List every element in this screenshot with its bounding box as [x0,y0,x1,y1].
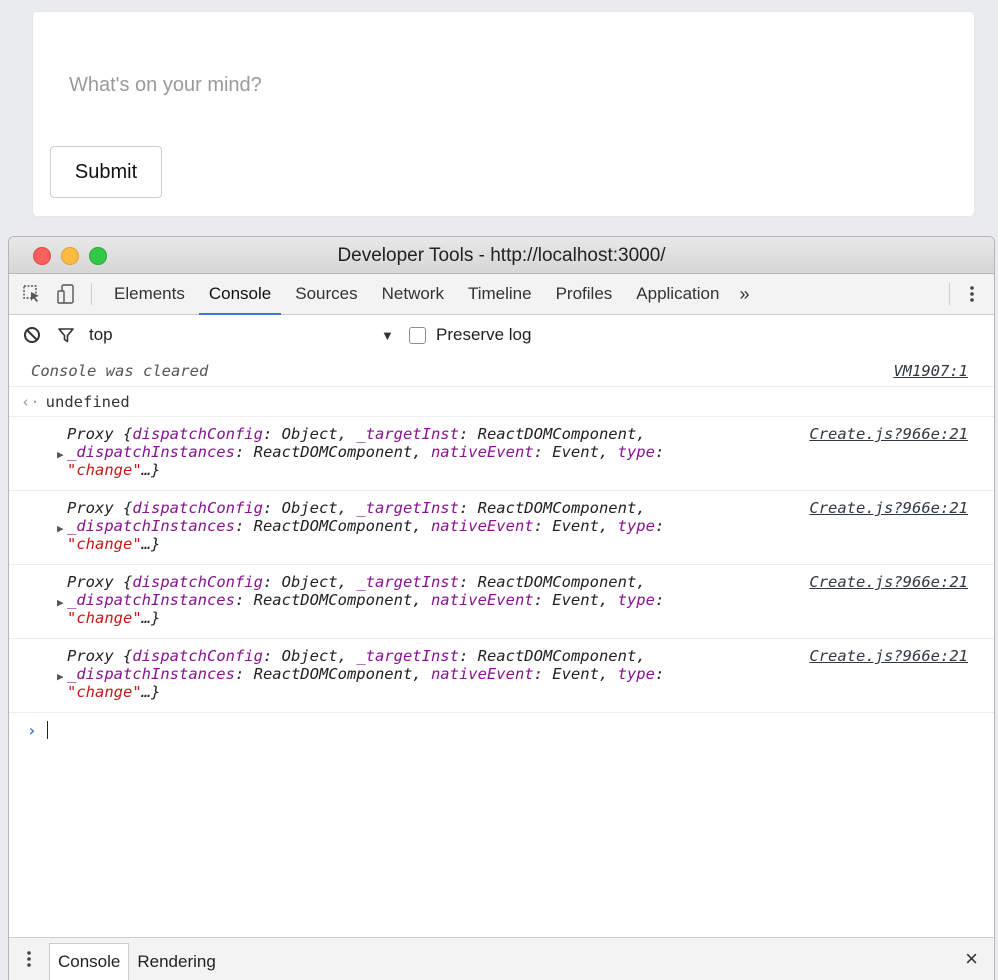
text-cursor [46,721,48,739]
clear-console-icon[interactable] [15,326,49,344]
drawer-tabbar: Console Rendering × [9,937,994,980]
console-prompt[interactable]: › [9,713,994,755]
drawer-tab-rendering[interactable]: Rendering [129,944,223,980]
console-log-entry: ▶ Proxy {dispatchConfig: Object, _targetI… [9,417,994,491]
expand-triangle-icon[interactable]: ▶ [57,668,64,686]
preserve-log-checkbox[interactable] [409,326,426,344]
drawer-tab-console[interactable]: Console [49,943,130,980]
tab-console[interactable]: Console [197,274,283,315]
devtools-tabbar: Elements Console Sources Network Timelin… [9,274,994,315]
tab-application[interactable]: Application [624,274,731,314]
close-drawer-icon[interactable]: × [965,946,978,972]
log-line-1: Proxy {dispatchConfig: Object, _targetIn… [67,647,646,665]
cleared-text: Console was cleared [31,362,209,380]
log-line-2: _dispatchInstances: ReactDOMComponent, n… [67,591,665,609]
window-title: Developer Tools - http://localhost:3000/ [337,245,666,266]
preserve-log-label: Preserve log [436,325,532,344]
execution-context-select[interactable]: top [83,325,379,345]
source-link[interactable]: VM1907:1 [893,362,968,380]
console-log-entry: ▶ Proxy {dispatchConfig: Object, _targetI… [9,639,994,713]
result-value: undefined [45,393,130,411]
device-toolbar-icon[interactable] [49,274,83,314]
log-line-1: Proxy {dispatchConfig: Object, _targetIn… [67,573,646,591]
console-result: ‹· undefined [9,387,994,417]
console-filter-bar: top ▼ Preserve log [9,315,994,356]
filter-icon[interactable] [49,326,83,344]
result-arrow-icon: ‹· [21,393,40,411]
log-line-3: "change"…} [67,609,161,627]
more-tabs-icon[interactable]: » [731,274,757,314]
source-link[interactable]: Create.js?966e:21 [809,425,968,443]
source-link[interactable]: Create.js?966e:21 [809,573,968,591]
console-cleared-message: Console was cleared VM1907:1 [9,355,994,387]
tab-elements[interactable]: Elements [102,274,197,314]
log-line-3: "change"…} [67,535,161,553]
console-log-entry: ▶ Proxy {dispatchConfig: Object, _targetI… [9,491,994,565]
log-line-1: Proxy {dispatchConfig: Object, _targetIn… [67,499,646,517]
toolbar-divider [949,283,950,305]
log-line-2: _dispatchInstances: ReactDOMComponent, n… [67,443,665,461]
log-line-2: _dispatchInstances: ReactDOMComponent, n… [67,665,665,683]
customize-menu-icon[interactable] [960,274,984,314]
devtools-window: Developer Tools - http://localhost:3000/… [8,236,995,980]
source-link[interactable]: Create.js?966e:21 [809,647,968,665]
expand-triangle-icon[interactable]: ▶ [57,520,64,538]
chevron-down-icon[interactable]: ▼ [381,328,409,343]
submit-button[interactable]: Submit [50,146,162,198]
post-input[interactable] [67,64,931,106]
tab-timeline[interactable]: Timeline [456,274,544,314]
expand-triangle-icon[interactable]: ▶ [57,594,64,612]
drawer-menu-icon[interactable] [9,949,49,969]
inspect-element-icon[interactable] [15,274,49,314]
log-line-1: Proxy {dispatchConfig: Object, _targetIn… [67,425,646,443]
post-composer-card: Submit [33,12,974,216]
expand-triangle-icon[interactable]: ▶ [57,446,64,464]
tab-sources[interactable]: Sources [283,274,369,314]
log-line-2: _dispatchInstances: ReactDOMComponent, n… [67,517,665,535]
toolbar-divider [91,283,92,305]
console-messages: Console was cleared VM1907:1 ‹· undefined… [9,355,994,938]
console-log-entry: ▶ Proxy {dispatchConfig: Object, _targetI… [9,565,994,639]
prompt-caret-icon: › [27,721,37,740]
tab-network[interactable]: Network [370,274,456,314]
window-titlebar: Developer Tools - http://localhost:3000/ [9,237,994,274]
log-line-3: "change"…} [67,461,161,479]
source-link[interactable]: Create.js?966e:21 [809,499,968,517]
log-line-3: "change"…} [67,683,161,701]
tab-profiles[interactable]: Profiles [544,274,625,314]
